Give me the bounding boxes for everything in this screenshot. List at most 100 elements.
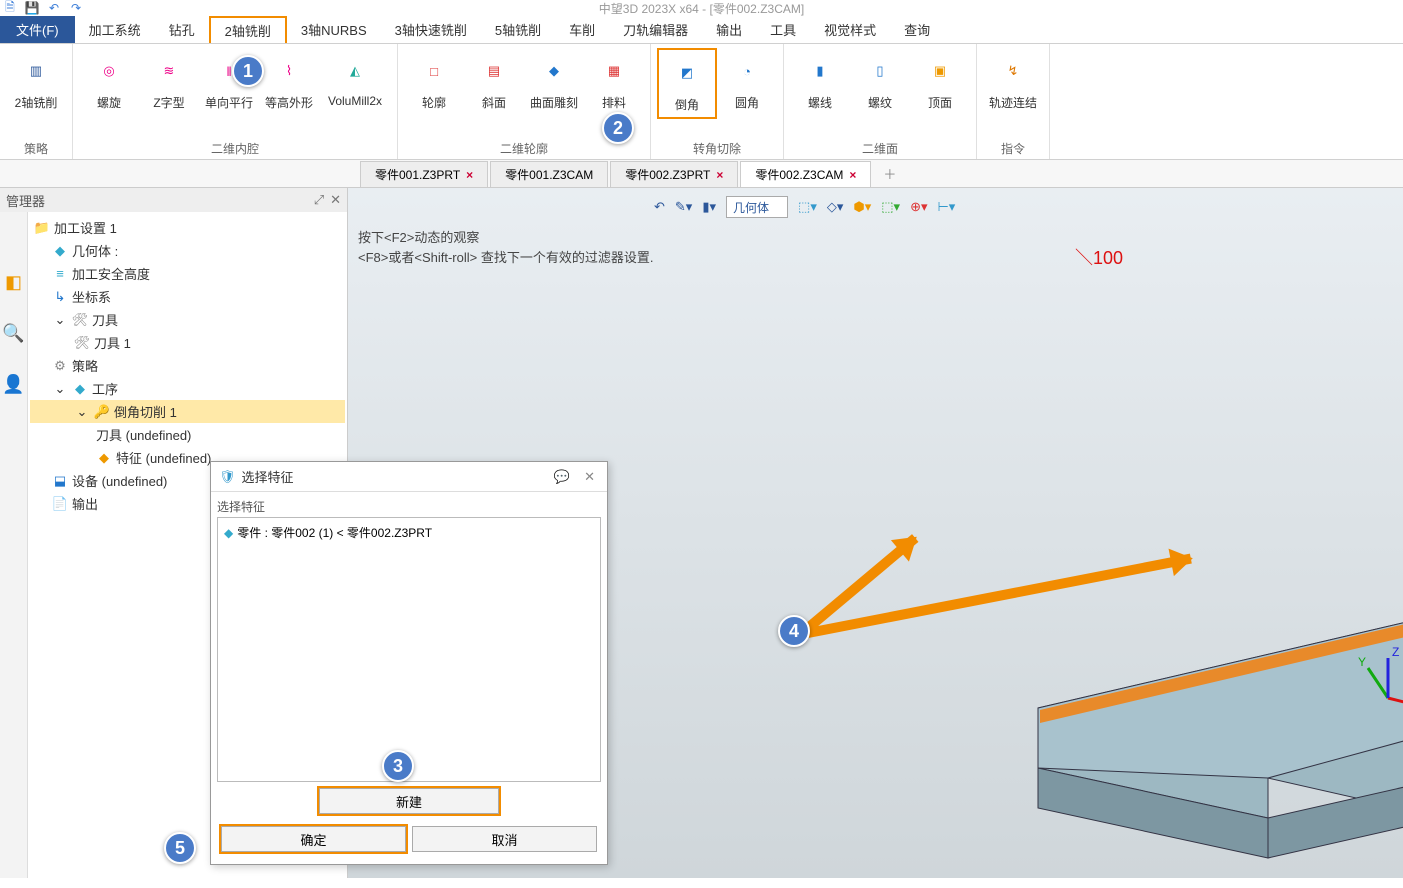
dialog-group-label: 选择特征 — [217, 498, 601, 515]
layers-icon: ≡ — [52, 266, 68, 281]
manager-sidestrip: ◧ 🔍 👤 — [0, 212, 28, 878]
folder-icon: 📁 — [34, 220, 50, 236]
close-icon[interactable]: ✕ — [580, 469, 599, 485]
ok-button[interactable]: 确定 — [221, 826, 406, 852]
tree-geom[interactable]: ◆几何体 : — [30, 239, 345, 262]
dialog-title: 选择特征 — [242, 467, 294, 486]
tree-op-tool[interactable]: 刀具 (undefined) — [30, 423, 345, 446]
qat-undo-icon[interactable]: ↶ — [44, 0, 64, 16]
ribbon-group-strategy: ▥2轴铣削 策略 — [0, 44, 73, 159]
callout-1: 1 — [232, 55, 264, 87]
doc-tab[interactable]: 零件002.Z3PRT× — [610, 161, 738, 187]
user-icon[interactable]: 👤 — [2, 374, 24, 395]
menu-query[interactable]: 查询 — [890, 16, 944, 43]
menu-visual[interactable]: 视觉样式 — [810, 16, 890, 43]
cube-icon[interactable]: ◧ — [5, 272, 22, 293]
rbtn-fillet[interactable]: ◔圆角 — [717, 48, 777, 115]
model-view[interactable]: X Y Z — [1008, 568, 1403, 888]
view-icon[interactable]: ⬚▾ — [881, 199, 900, 215]
filter-dropdown[interactable]: 几何体 — [726, 196, 788, 218]
menu-drill[interactable]: 钻孔 — [155, 16, 209, 43]
doc-tab[interactable]: 零件001.Z3PRT× — [360, 161, 488, 187]
new-tab-button[interactable]: ＋ — [873, 160, 906, 187]
undo-icon[interactable]: ↶ — [654, 199, 665, 215]
tree-tool1[interactable]: 🛠刀具 1 — [30, 331, 345, 354]
new-button[interactable]: 新建 — [319, 788, 499, 814]
cube-icon[interactable]: ⬚▾ — [798, 199, 817, 215]
menu-3axis-fast[interactable]: 3轴快速铣削 — [381, 16, 481, 43]
chamfer-icon: ◩ — [668, 54, 706, 92]
rbtn-2axis-mill[interactable]: ▥2轴铣削 — [6, 48, 66, 115]
help-icon[interactable]: 💬 — [550, 469, 574, 485]
close-icon[interactable]: ✕ — [330, 192, 341, 208]
file-menu[interactable]: 文件(F) — [0, 16, 75, 43]
close-icon[interactable]: × — [849, 168, 856, 182]
tree-tools[interactable]: ⌄🛠刀具 — [30, 308, 345, 331]
tree-strategy[interactable]: ⚙策略 — [30, 354, 345, 377]
wire-icon[interactable]: ◇▾ — [827, 199, 844, 215]
rbtn-spiral[interactable]: ◎螺旋 — [79, 48, 139, 115]
doc-tab[interactable]: 零件001.Z3CAM — [490, 161, 608, 187]
doc-tab-active[interactable]: 零件002.Z3CAM× — [740, 161, 871, 187]
link-icon: ↯ — [994, 52, 1032, 90]
callout-5: 5 — [164, 832, 196, 864]
collapse-icon[interactable]: ⤢ — [314, 192, 324, 208]
palette-icon[interactable]: ▮▾ — [702, 199, 716, 215]
chevron-down-icon: ⌄ — [52, 312, 68, 328]
engrave-icon: ◆ — [535, 52, 573, 90]
rbtn-chamfer[interactable]: ◩倒角 — [657, 48, 717, 119]
cancel-button[interactable]: 取消 — [412, 826, 597, 852]
ribbon-group-corner: ◩倒角 ◔圆角 转角切除 — [651, 44, 784, 159]
op-icon: 🔑 — [94, 404, 110, 420]
menu-output[interactable]: 输出 — [702, 16, 756, 43]
rbtn-contour[interactable]: ⌇等高外形 — [259, 48, 319, 115]
qat-redo-icon[interactable]: ↷ — [66, 0, 86, 16]
menu-3axis-nurbs[interactable]: 3轴NURBS — [287, 16, 381, 43]
close-icon[interactable]: × — [466, 168, 473, 182]
rbtn-engrave[interactable]: ◆曲面雕刻 — [524, 48, 584, 115]
measure-icon[interactable]: ⊢▾ — [937, 199, 955, 215]
rbtn-link[interactable]: ↯轨迹连结 — [983, 48, 1043, 115]
qat-save-icon[interactable]: 💾 — [22, 0, 42, 16]
tree-root[interactable]: 📁加工设置 1 — [30, 216, 345, 239]
chevron-down-icon: ⌄ — [74, 404, 90, 420]
menu-tools[interactable]: 工具 — [756, 16, 810, 43]
rbtn-volumill[interactable]: ◭VoluMill2x — [319, 48, 391, 112]
ramp-icon: ▤ — [475, 52, 513, 90]
rbtn-topface[interactable]: ▣顶面 — [910, 48, 970, 115]
rbtn-profile[interactable]: □轮廓 — [404, 48, 464, 115]
tree-op-chamfer[interactable]: ⌄🔑倒角切削 1 — [30, 400, 345, 423]
menu-turn[interactable]: 车削 — [555, 16, 609, 43]
rbtn-zigzag[interactable]: ≋Z字型 — [139, 48, 199, 115]
rbtn-nest[interactable]: ▦排料 — [584, 48, 644, 115]
close-icon[interactable]: × — [716, 168, 723, 182]
cube-icon: ◆ — [52, 243, 68, 259]
menu-system[interactable]: 加工系统 — [75, 16, 155, 43]
solid-icon[interactable]: ⬢▾ — [853, 199, 871, 215]
rbtn-ramp[interactable]: ▤斜面 — [464, 48, 524, 115]
ribbon-group-face: ▮螺线 ▯螺纹 ▣顶面 二维面 — [784, 44, 977, 159]
ribbon-group-label: 指令 — [977, 137, 1049, 159]
menubar: 文件(F) 加工系统 钻孔 2轴铣削 3轴NURBS 3轴快速铣削 5轴铣削 车… — [0, 16, 1403, 44]
menu-2axis-mill[interactable]: 2轴铣削 — [209, 16, 287, 43]
tree-csys[interactable]: ↳坐标系 — [30, 285, 345, 308]
search-icon[interactable]: 🔍 — [2, 323, 24, 344]
tool-icon: 🛠 — [74, 335, 90, 351]
brush-icon[interactable]: ✎▾ — [675, 199, 692, 215]
rbtn-helix[interactable]: ▮螺线 — [790, 48, 850, 115]
menu-5axis[interactable]: 5轴铣削 — [481, 16, 555, 43]
feature-listbox[interactable]: ◆零件 : 零件002 (1) < 零件002.Z3PRT — [217, 517, 601, 782]
topface-icon: ▣ — [921, 52, 959, 90]
dialog-titlebar[interactable]: 🛡 选择特征 💬 ✕ — [211, 462, 607, 492]
callout-3: 3 — [382, 750, 414, 782]
spiral-icon: ◎ — [90, 52, 128, 90]
tool-icon: 🛠 — [72, 312, 88, 328]
tree-ops[interactable]: ⌄◆工序 — [30, 377, 345, 400]
device-icon: ⬓ — [52, 473, 68, 489]
target-icon[interactable]: ⊕▾ — [910, 199, 927, 215]
qat-icon[interactable]: 🗎 — [0, 0, 20, 16]
menu-toolpath-editor[interactable]: 刀轨编辑器 — [609, 16, 702, 43]
list-item[interactable]: ◆零件 : 零件002 (1) < 零件002.Z3PRT — [222, 522, 596, 543]
rbtn-thread[interactable]: ▯螺纹 — [850, 48, 910, 115]
tree-safeheight[interactable]: ≡加工安全高度 — [30, 262, 345, 285]
